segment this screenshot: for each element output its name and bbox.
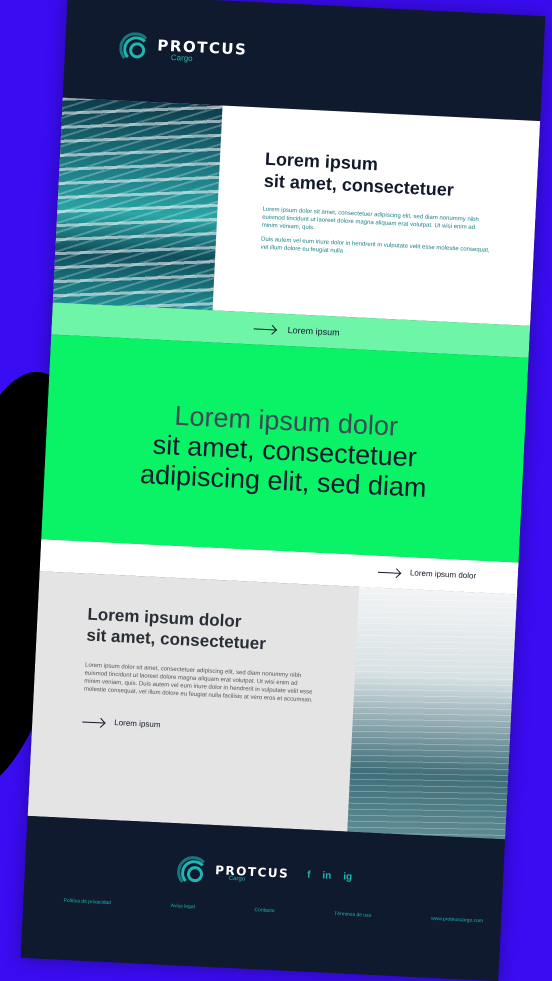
hero-paragraph-1: Lorem ipsum dolor sit amet, consectetuer… <box>261 206 479 232</box>
facebook-icon[interactable]: f <box>307 870 311 881</box>
footer-links: Política de privacidad Aviso legal Conta… <box>63 898 483 925</box>
banner-cta-label: Lorem ipsum dolor <box>409 568 477 581</box>
footer-link[interactable]: www.proteuscargo.com <box>431 916 483 925</box>
section-two-paragraph: Lorem ipsum dolor sit amet, consectetuer… <box>83 662 313 704</box>
brand-logo[interactable]: PROTCUS Cargo <box>117 31 248 67</box>
hero-paragraph-2: Duis autem vel eum iriure dolor in hendr… <box>260 236 490 255</box>
linkedin-icon[interactable]: in <box>322 870 331 881</box>
wave-image <box>52 97 223 311</box>
section-two: Lorem ipsum dolor sit amet, consectetuer… <box>27 571 518 840</box>
footer-link[interactable]: Aviso legal <box>171 903 195 910</box>
hero-section: Lorem ipsum sit amet, consectetuer Lorem… <box>52 97 541 326</box>
footer-link[interactable]: Contacto <box>254 907 274 914</box>
section-two-cta-label: Lorem ipsum <box>114 718 161 730</box>
hero-title: Lorem ipsum sit amet, consectetuer <box>263 148 495 203</box>
social-links: f in ig <box>307 870 353 883</box>
section-two-cta-link[interactable]: Lorem ipsum <box>82 715 312 740</box>
lion-logo-icon <box>117 31 153 66</box>
sea-image <box>347 586 518 840</box>
hero-cta-label: Lorem ipsum <box>287 325 340 338</box>
footer: PROTCUS Cargo f in ig Política de privac… <box>20 815 506 981</box>
banner-section: Lorem ipsum dolor sit amet, consectetuer… <box>41 334 529 563</box>
banner-title: Lorem ipsum dolor sit amet, consectetuer… <box>44 394 526 507</box>
section-two-title: Lorem ipsum dolor sit amet, consectetuer <box>86 604 318 657</box>
lion-logo-icon <box>174 855 210 889</box>
footer-logo[interactable]: PROTCUS Cargo <box>174 855 290 891</box>
footer-link[interactable]: Política de privacidad <box>63 898 111 906</box>
email-page: PROTCUS Cargo Lorem ipsum sit amet, cons… <box>20 0 546 981</box>
instagram-icon[interactable]: ig <box>343 871 352 882</box>
footer-link[interactable]: Términos de uso <box>334 911 371 919</box>
footer-brand-name: PROTCUS <box>214 863 290 881</box>
